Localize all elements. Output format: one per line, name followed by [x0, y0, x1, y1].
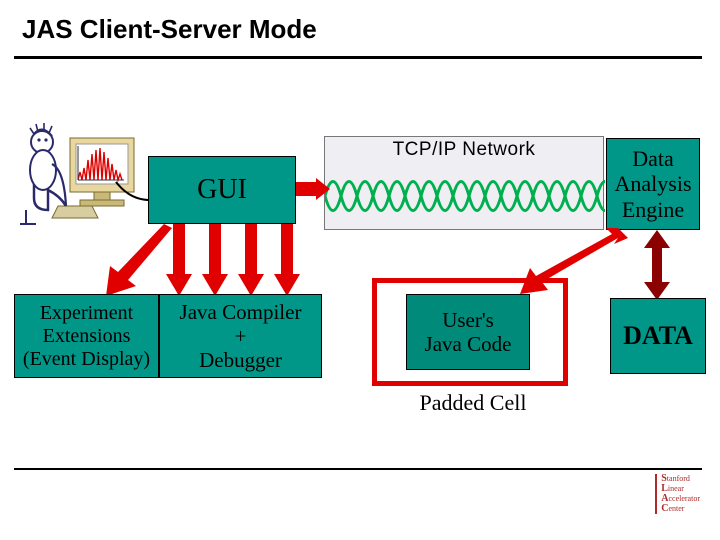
slide-title: JAS Client-Server Mode — [22, 14, 317, 45]
gui-box: GUI — [148, 156, 296, 224]
arrow-gui-down-1 — [94, 224, 174, 298]
ujc-line2: Java Code — [425, 332, 512, 356]
dae-line3: Engine — [622, 197, 684, 222]
arrow-gui-down-2 — [166, 224, 192, 296]
data-label: DATA — [623, 321, 693, 351]
data-box: DATA — [610, 298, 706, 374]
arrow-network-to-gui — [296, 158, 330, 180]
divider-top — [14, 56, 702, 59]
jvc-line3: Debugger — [199, 348, 282, 372]
dae-line1: Data — [632, 146, 674, 171]
jvc-line2: + — [235, 324, 247, 348]
arrow-gui-to-network — [296, 178, 330, 200]
slac-logo: SStanfordtanford Linear Accelerator Cent… — [655, 474, 700, 514]
gui-label: GUI — [197, 174, 247, 206]
arrow-dae-data — [642, 230, 672, 300]
ujc-line1: User's — [442, 308, 494, 332]
java-compiler-box: Java Compiler + Debugger — [159, 294, 322, 378]
experiment-extensions-box: Experiment Extensions (Event Display) — [14, 294, 159, 378]
padded-cell-label: Padded Cell — [398, 390, 548, 416]
users-java-code-box: User's Java Code — [406, 294, 530, 370]
user-at-terminal-icon — [16, 120, 142, 232]
ext-line2: Extensions — [43, 325, 131, 348]
network-label: TCP/IP Network — [325, 139, 603, 161]
data-analysis-engine-box: Data Analysis Engine — [606, 138, 700, 230]
ext-line3: (Event Display) — [23, 348, 150, 371]
dae-line2: Analysis — [615, 171, 692, 196]
arrow-gui-down-4 — [238, 224, 264, 296]
tcpip-network: TCP/IP Network — [324, 136, 604, 230]
network-wave-icon — [325, 163, 605, 229]
jvc-line1: Java Compiler — [180, 300, 302, 324]
divider-bottom — [14, 468, 702, 470]
ext-line1: Experiment — [40, 302, 133, 325]
arrow-gui-down-5 — [274, 224, 300, 296]
arrow-gui-down-3 — [202, 224, 228, 296]
